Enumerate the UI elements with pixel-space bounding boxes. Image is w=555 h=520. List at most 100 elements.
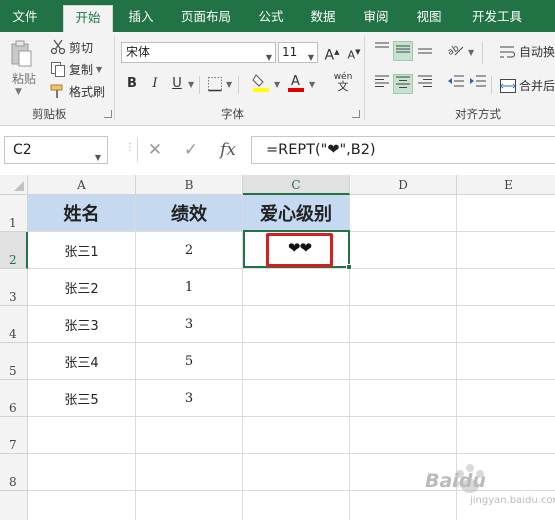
format-painter-button[interactable]: 格式刷 — [50, 81, 105, 101]
cell-d1[interactable] — [350, 195, 457, 232]
cell-b5[interactable]: 5 — [136, 343, 243, 380]
select-all-button[interactable] — [0, 175, 28, 195]
cell-b6[interactable]: 3 — [136, 380, 243, 417]
cell-b9[interactable] — [136, 491, 243, 520]
align-middle-button[interactable] — [393, 41, 413, 61]
fill-handle[interactable] — [346, 264, 352, 270]
cell-c6[interactable] — [243, 380, 350, 417]
cell-c7[interactable] — [243, 417, 350, 454]
row-header-8[interactable]: 8 — [0, 454, 28, 491]
wrap-text-button[interactable]: 自动换 — [500, 43, 555, 60]
cell-a4[interactable]: 张三3 — [28, 306, 136, 343]
tab-home[interactable]: 开始 — [63, 5, 113, 32]
column-header-d[interactable]: D — [350, 175, 457, 195]
row-header-3[interactable]: 3 — [0, 269, 28, 306]
font-dialog-launcher-icon[interactable] — [352, 110, 360, 118]
tab-file[interactable]: 文件 — [0, 5, 50, 32]
cell-a5[interactable]: 张三4 — [28, 343, 136, 380]
cell-e7[interactable] — [457, 417, 555, 454]
row-header-5[interactable]: 5 — [0, 343, 28, 380]
align-center-button[interactable] — [393, 74, 413, 94]
row-header-2[interactable]: 2 — [0, 232, 28, 269]
cell-e4[interactable] — [457, 306, 555, 343]
column-header-a[interactable]: A — [28, 175, 136, 195]
cell-c8[interactable] — [243, 454, 350, 491]
orientation-dropdown-icon[interactable]: ▼ — [468, 48, 474, 57]
phonetic-button[interactable]: wén 文 — [330, 72, 356, 92]
cell-d3[interactable] — [350, 269, 457, 306]
cell-a3[interactable]: 张三2 — [28, 269, 136, 306]
increase-indent-button[interactable] — [468, 74, 488, 94]
row-header-6[interactable]: 6 — [0, 380, 28, 417]
column-header-c[interactable]: C — [243, 175, 350, 195]
column-header-b[interactable]: B — [136, 175, 243, 195]
font-color-dropdown-icon[interactable]: ▼ — [309, 80, 315, 89]
tab-insert[interactable]: 插入 — [118, 5, 164, 32]
borders-button[interactable] — [205, 74, 225, 94]
clipboard-dialog-launcher-icon[interactable] — [104, 110, 112, 118]
cell-a7[interactable] — [28, 417, 136, 454]
font-size-select[interactable]: 11 ▼ — [278, 42, 318, 63]
cell-b8[interactable] — [136, 454, 243, 491]
confirm-entry-icon[interactable]: ✓ — [179, 138, 203, 162]
align-bottom-button[interactable] — [415, 41, 435, 61]
cell-b4[interactable]: 3 — [136, 306, 243, 343]
row-header-1[interactable]: 1 — [0, 195, 28, 232]
underline-dropdown-icon[interactable]: ▼ — [188, 80, 194, 89]
cell-d2[interactable] — [350, 232, 457, 269]
cell-e5[interactable] — [457, 343, 555, 380]
align-top-button[interactable] — [372, 41, 392, 61]
cell-b3[interactable]: 1 — [136, 269, 243, 306]
cell-c9[interactable] — [243, 491, 350, 520]
cell-d7[interactable] — [350, 417, 457, 454]
italic-button[interactable]: I — [145, 74, 165, 94]
align-right-button[interactable] — [415, 74, 435, 94]
align-left-button[interactable] — [372, 74, 392, 94]
cell-c5[interactable] — [243, 343, 350, 380]
cancel-entry-icon[interactable]: ✕ — [143, 138, 167, 162]
cell-a1[interactable]: 姓名 — [28, 195, 136, 232]
cell-a6[interactable]: 张三5 — [28, 380, 136, 417]
cell-e2[interactable] — [457, 232, 555, 269]
font-name-select[interactable]: 宋体 ▼ — [121, 42, 276, 63]
grow-font-button[interactable]: A▲ — [322, 42, 342, 64]
tab-page-layout[interactable]: 页面布局 — [170, 5, 242, 32]
cell-e1[interactable] — [457, 195, 555, 232]
cell-b1[interactable]: 绩效 — [136, 195, 243, 232]
formula-input[interactable]: =REPT("❤",B2) — [251, 136, 555, 164]
row-header-7[interactable]: 7 — [0, 417, 28, 454]
borders-dropdown-icon[interactable]: ▼ — [226, 80, 232, 89]
tab-developer[interactable]: 开发工具 — [462, 5, 532, 32]
tab-review[interactable]: 审阅 — [355, 5, 397, 32]
column-header-e[interactable]: E — [457, 175, 555, 195]
cell-b7[interactable] — [136, 417, 243, 454]
name-box[interactable]: C2 ▼ — [4, 136, 108, 164]
row-header-4[interactable]: 4 — [0, 306, 28, 343]
cell-d6[interactable] — [350, 380, 457, 417]
shrink-font-button[interactable]: A▼ — [344, 42, 364, 62]
fill-color-button[interactable] — [251, 72, 271, 92]
tab-view[interactable]: 视图 — [408, 5, 450, 32]
cut-button[interactable]: 剪切 — [50, 37, 93, 57]
cell-b2[interactable]: 2 — [136, 232, 243, 269]
cell-a2[interactable]: 张三1 — [28, 232, 136, 269]
cell-d5[interactable] — [350, 343, 457, 380]
orientation-button[interactable]: ab — [446, 41, 466, 61]
insert-function-button[interactable]: fx — [215, 138, 241, 162]
tab-data[interactable]: 数据 — [302, 5, 344, 32]
bold-button[interactable]: B — [122, 74, 142, 94]
decrease-indent-button[interactable] — [446, 74, 466, 94]
cell-c4[interactable] — [243, 306, 350, 343]
paste-dropdown-icon[interactable]: ▼ — [15, 87, 22, 97]
cell-a9[interactable] — [28, 491, 136, 520]
copy-button[interactable]: 复制 ▼ — [50, 59, 102, 79]
cell-c3[interactable] — [243, 269, 350, 306]
cell-e6[interactable] — [457, 380, 555, 417]
underline-button[interactable]: U — [167, 74, 187, 94]
cell-d4[interactable] — [350, 306, 457, 343]
cell-e3[interactable] — [457, 269, 555, 306]
fill-color-dropdown-icon[interactable]: ▼ — [274, 80, 280, 89]
tab-formulas[interactable]: 公式 — [250, 5, 292, 32]
cell-c1[interactable]: 爱心级别 — [243, 195, 350, 232]
font-color-button[interactable]: A — [286, 72, 306, 92]
